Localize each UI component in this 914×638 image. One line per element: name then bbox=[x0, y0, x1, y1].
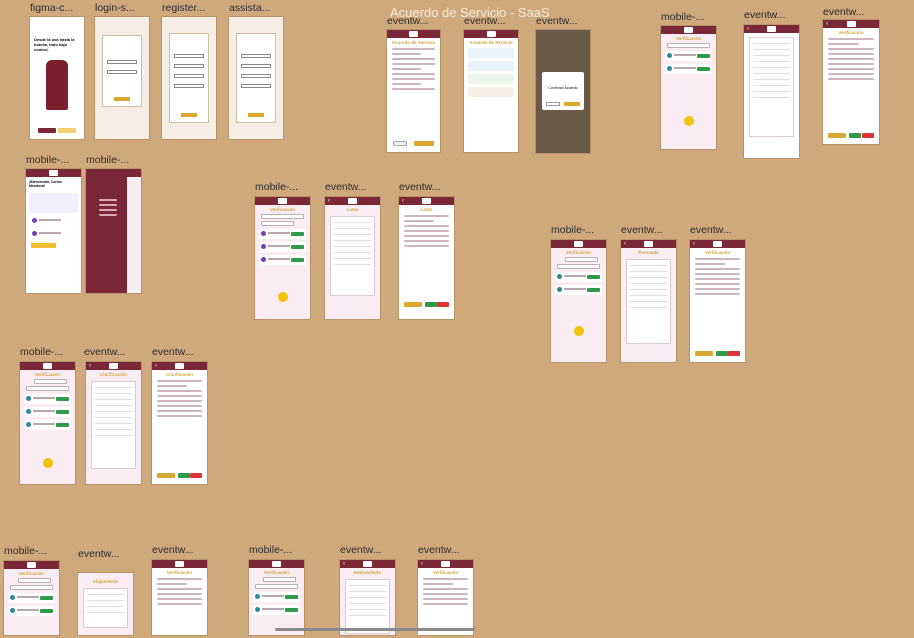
hero-text: Desde la uva hasta la botella, todo bajo… bbox=[34, 37, 75, 52]
lotes-form-frame[interactable]: ‹ Lotes bbox=[325, 197, 380, 319]
frame-label: mobile-... bbox=[86, 154, 130, 166]
wine-bottle-image bbox=[46, 60, 68, 110]
frame-label: mobile-... bbox=[20, 346, 64, 358]
eventw-form-frame-1[interactable]: ‹ bbox=[744, 25, 799, 158]
register-frame[interactable] bbox=[162, 17, 216, 139]
assistant-frame[interactable] bbox=[229, 17, 283, 139]
eventw-detail-frame-1[interactable]: ‹ Verificación bbox=[823, 20, 879, 144]
screen-title: Lotes bbox=[420, 207, 433, 212]
sidebar-frame[interactable] bbox=[86, 169, 141, 293]
figma-frame[interactable]: Desde la uva hasta la botella, todo bajo… bbox=[30, 17, 84, 139]
frame-label: mobile-... bbox=[4, 545, 48, 557]
prensado-form-frame[interactable]: ‹ Prensado bbox=[621, 240, 676, 362]
screen-title: Alojamiento bbox=[92, 579, 119, 584]
frame-label: eventw... bbox=[152, 544, 194, 556]
confirm-modal-frame[interactable]: Confirmar Acuerdo bbox=[536, 30, 590, 153]
frame-label: login-s... bbox=[95, 2, 135, 14]
alojamiento-form-frame[interactable]: Alojamiento bbox=[78, 573, 133, 635]
clarificacion-verificacion-frame[interactable]: Verificación bbox=[20, 362, 75, 484]
screen-title: Verificación bbox=[34, 372, 61, 377]
frame-label: eventw... bbox=[325, 181, 367, 193]
screen-title: Clarificación bbox=[165, 372, 193, 377]
frame-label: eventw... bbox=[536, 15, 578, 27]
frame-label: eventw... bbox=[464, 15, 506, 27]
clarificacion-form-frame[interactable]: ‹ Clarificación bbox=[86, 362, 141, 484]
screen-title: Acuerdo de Servicio bbox=[469, 40, 513, 45]
screen-title: Clarificación bbox=[99, 372, 127, 377]
frame-label: mobile-... bbox=[249, 544, 293, 556]
frame-label: eventw... bbox=[399, 181, 441, 193]
frame-label: eventw... bbox=[690, 224, 732, 236]
screen-title: Verificación bbox=[704, 250, 731, 255]
frame-label: eventw... bbox=[340, 544, 382, 556]
horizontal-scrollbar[interactable] bbox=[275, 628, 475, 631]
frame-label: eventw... bbox=[418, 544, 460, 556]
screen-title: Verificación bbox=[565, 250, 592, 255]
screen-title: Acuerdo de Servicio bbox=[391, 40, 436, 45]
frame-label: eventw... bbox=[621, 224, 663, 236]
login-frame[interactable] bbox=[95, 17, 149, 139]
alojamiento-verificacion-frame[interactable]: Verificación bbox=[4, 561, 59, 635]
screen-title: Verificación bbox=[838, 30, 864, 35]
frame-label: register... bbox=[162, 2, 206, 14]
screen-title: Verificación bbox=[269, 207, 296, 212]
embotellado-verificacion-frame[interactable]: Verificación bbox=[249, 560, 304, 635]
welcome-text: ¡Bienvenido, Carlos Mendoza! bbox=[29, 180, 62, 188]
lotes-detail-frame[interactable]: ‹ Lotes bbox=[399, 197, 454, 319]
frame-label: eventw... bbox=[78, 548, 120, 560]
frame-label: mobile-... bbox=[26, 154, 70, 166]
dashboard-frame[interactable]: ¡Bienvenido, Carlos Mendoza! bbox=[26, 169, 81, 293]
acuerdo-frame-2[interactable]: Acuerdo de Servicio bbox=[464, 30, 518, 152]
screen-title: Prensado bbox=[638, 250, 659, 255]
screen-title: Lotes bbox=[346, 207, 359, 212]
frame-label: eventw... bbox=[84, 346, 126, 358]
alojamiento-detail-frame[interactable]: Verificación bbox=[152, 560, 207, 635]
frame-label: mobile-... bbox=[551, 224, 595, 236]
screen-title: Embotellado bbox=[353, 570, 381, 575]
verificacion-frame-1[interactable]: Verificación bbox=[661, 26, 716, 149]
clarificacion-detail-frame[interactable]: ‹ Clarificación bbox=[152, 362, 207, 484]
screen-title: Verificación bbox=[18, 571, 45, 576]
embotellado-form-frame[interactable]: ‹ Embotellado bbox=[340, 560, 395, 635]
frame-label: eventw... bbox=[744, 9, 786, 21]
frame-label: eventw... bbox=[152, 346, 194, 358]
frame-label: eventw... bbox=[823, 6, 865, 18]
frame-label: mobile-... bbox=[255, 181, 299, 193]
frame-label: eventw... bbox=[387, 15, 429, 27]
prensado-verificacion-frame[interactable]: Verificación bbox=[551, 240, 606, 362]
frame-label: mobile-... bbox=[661, 11, 705, 23]
embotellado-detail-frame[interactable]: ‹ Verificación bbox=[418, 560, 473, 635]
lotes-verificacion-frame[interactable]: Verificación bbox=[255, 197, 310, 319]
screen-title: Verificación bbox=[675, 36, 702, 41]
frame-label: assista... bbox=[229, 2, 271, 14]
screen-title: Verificación bbox=[166, 570, 193, 575]
acuerdo-frame-1[interactable]: Acuerdo de Servicio bbox=[387, 30, 440, 152]
screen-title: Verificación bbox=[263, 570, 290, 575]
screen-title: Verificación bbox=[432, 570, 459, 575]
prensado-detail-frame[interactable]: ‹ Verificación bbox=[690, 240, 745, 362]
frame-label: figma-c... bbox=[30, 2, 74, 14]
confirm-title: Confirmar Acuerdo bbox=[548, 86, 578, 90]
